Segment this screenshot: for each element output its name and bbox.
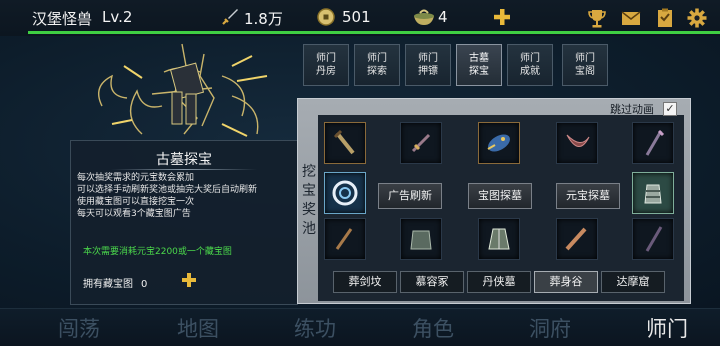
map-dig-button[interactable]: 宝图探墓 <box>468 183 532 209</box>
info-desc-line: 每次抽奖需求的元宝数会累加 <box>77 173 195 183</box>
rod-item-icon <box>645 226 663 252</box>
trophy-icon[interactable] <box>586 7 608 29</box>
reward-slot[interactable] <box>556 218 598 260</box>
mail-icon[interactable] <box>620 7 642 29</box>
info-panel: 古墓探宝 每次抽奖需求的元宝数会累加 可以选择手动刷新奖池或抽完大奖后自动刷新 … <box>70 140 298 305</box>
tab-line: 师门 <box>575 53 595 64</box>
ad-refresh-button[interactable]: 广告刷新 <box>378 183 442 209</box>
coin-icon <box>317 8 335 26</box>
map-count-value: 0 <box>141 279 148 290</box>
bell-item-icon <box>644 184 662 204</box>
power-value: 1.8万 <box>244 10 283 28</box>
ring-item-icon <box>332 180 358 206</box>
tomb-zangshen-valley[interactable]: 葬身谷 <box>534 271 598 293</box>
pool-label: 挖 宝 奖 池 <box>301 163 317 239</box>
tab-line: 探宝 <box>469 66 489 77</box>
nav-adventure[interactable]: 闯荡 <box>58 313 100 343</box>
robe-item-icon <box>488 228 510 250</box>
armor-item-icon <box>410 230 432 250</box>
pool-label-char: 奖 <box>302 202 316 218</box>
nav-map[interactable]: 地图 <box>177 313 219 343</box>
reward-slot[interactable] <box>478 122 520 164</box>
tomb-damo-cave[interactable]: 达摩窟 <box>601 271 665 293</box>
reward-slot[interactable] <box>632 218 674 260</box>
reward-slot[interactable] <box>324 218 366 260</box>
plus-icon[interactable] <box>492 7 512 27</box>
tab-line: 师门 <box>316 53 336 64</box>
bottom-nav <box>0 308 720 346</box>
tab-explore[interactable]: 师门 探索 <box>354 44 400 86</box>
spear-item-icon <box>645 129 665 156</box>
reward-slot[interactable] <box>478 218 520 260</box>
skip-animation-checkbox[interactable]: ✓ <box>663 102 677 116</box>
tomb-murong[interactable]: 慕容冢 <box>400 271 464 293</box>
title-divider <box>111 169 257 170</box>
nav-sect[interactable]: 师门 <box>646 313 688 343</box>
nav-character[interactable]: 角色 <box>412 313 454 343</box>
info-desc-line: 每天可以观看3个藏宝图广告 <box>77 209 191 219</box>
tab-line: 师门 <box>367 53 387 64</box>
fish-item-icon <box>487 134 510 152</box>
tab-tomb-treasure[interactable]: 古墓 探宝 <box>456 44 502 86</box>
nav-cave[interactable]: 洞府 <box>529 313 571 343</box>
dagger-item-icon <box>411 133 431 153</box>
tab-treasure-pavilion[interactable]: 师门 宝阁 <box>562 44 608 86</box>
knife-item-icon <box>565 227 587 251</box>
info-title: 古墓探宝 <box>156 152 212 168</box>
reward-slot[interactable] <box>632 172 674 214</box>
tab-line: 师门 <box>520 53 540 64</box>
skip-animation-label: 跳过动画 <box>610 103 654 116</box>
tab-line: 师门 <box>418 53 438 64</box>
add-map-icon[interactable] <box>181 272 197 288</box>
tab-line: 探索 <box>367 66 387 77</box>
cost-text: 本次需要消耗元宝2200或一个藏宝图 <box>83 247 232 257</box>
blade-item-icon <box>566 134 590 147</box>
tomb-danxia[interactable]: 丹侠墓 <box>467 271 531 293</box>
tab-dan-room[interactable]: 师门 丹房 <box>303 44 349 86</box>
clipboard-icon[interactable] <box>654 7 676 29</box>
tab-line: 押镖 <box>418 66 438 77</box>
pool-label-char: 宝 <box>302 183 316 199</box>
staff-item-icon <box>335 228 353 250</box>
coin-value: 501 <box>342 8 371 26</box>
tab-escort[interactable]: 师门 押镖 <box>405 44 451 86</box>
map-count: 拥有藏宝图 0 <box>83 275 147 290</box>
info-description: 每次抽奖需求的元宝数会累加 可以选择手动刷新奖池或抽完大奖后自动刷新 使用藏宝图… <box>77 172 257 220</box>
progress-line <box>28 31 720 34</box>
map-count-label: 拥有藏宝图 <box>83 279 133 290</box>
sword-icon <box>222 9 238 25</box>
tomb-sword-grave[interactable]: 葬剑坟 <box>333 271 397 293</box>
gear-icon[interactable] <box>686 7 708 29</box>
player-level: Lv.2 <box>102 8 133 26</box>
sword-item-icon <box>333 129 355 155</box>
tab-line: 古墓 <box>469 53 489 64</box>
tab-line: 成就 <box>520 66 540 77</box>
player-name: 汉堡怪兽 <box>32 10 93 28</box>
reward-slot[interactable] <box>324 122 366 164</box>
nav-training[interactable]: 练功 <box>294 313 336 343</box>
gold-dig-button[interactable]: 元宝探墓 <box>556 183 620 209</box>
info-desc-line: 可以选择手动刷新奖池或抽完大奖后自动刷新 <box>77 185 258 195</box>
reward-slot[interactable] <box>632 122 674 164</box>
reward-slot[interactable] <box>400 122 442 164</box>
bowl-icon <box>414 9 434 25</box>
hero-illustration <box>98 43 268 137</box>
pool-label-char: 挖 <box>302 164 316 180</box>
reward-slot[interactable] <box>556 122 598 164</box>
tab-line: 丹房 <box>316 66 336 77</box>
pool-label-char: 池 <box>302 221 316 237</box>
tab-achievement[interactable]: 师门 成就 <box>507 44 553 86</box>
bowl-value: 4 <box>438 8 448 26</box>
reward-slot[interactable] <box>324 172 366 214</box>
info-desc-line: 使用藏宝图可以直接挖宝一次 <box>77 197 195 207</box>
tab-line: 宝阁 <box>575 66 595 77</box>
reward-slot[interactable] <box>400 218 442 260</box>
